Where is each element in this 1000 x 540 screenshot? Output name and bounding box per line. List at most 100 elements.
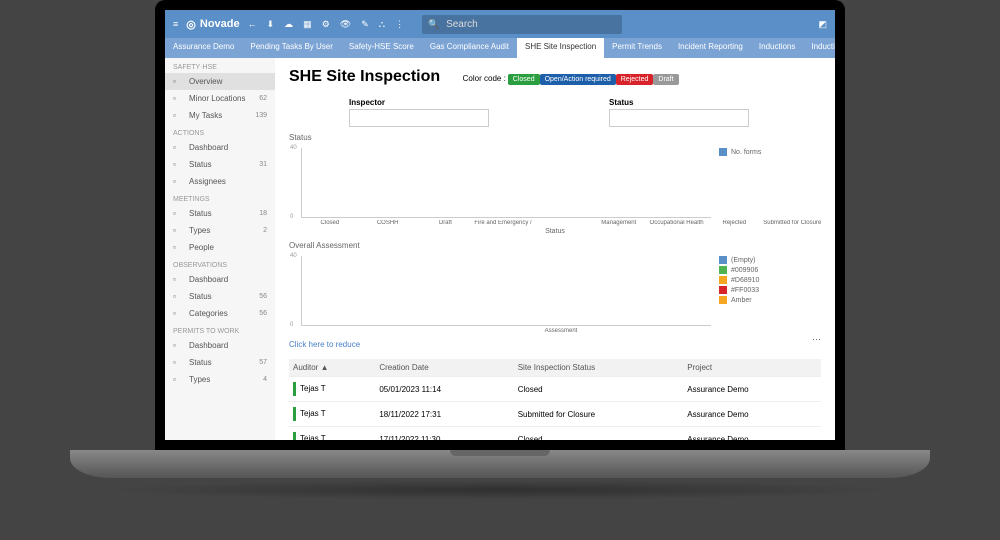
sidebar-badge: 62	[259, 95, 267, 102]
table-header[interactable]: Auditor ▲	[289, 359, 375, 377]
sidebar-item-icon: ▫	[173, 375, 183, 384]
sidebar-item-status[interactable]: ▫Status57	[165, 354, 275, 371]
users-icon[interactable]: ⛬	[379, 19, 385, 30]
table-row[interactable]: Tejas T05/01/2023 11:14ClosedAssurance D…	[289, 377, 821, 402]
tab-incident-reporting[interactable]: Incident Reporting	[670, 38, 751, 58]
sidebar-item-my-tasks[interactable]: ▫My Tasks139	[165, 107, 275, 124]
legend-swatch	[719, 148, 727, 156]
sidebar-badge: 4	[263, 376, 267, 383]
logo-icon: ◎	[186, 18, 196, 31]
sidebar-item-icon: ▫	[173, 209, 183, 218]
sidebar-item-status[interactable]: ▫Status18	[165, 205, 275, 222]
download-icon[interactable]: ⬇	[267, 19, 275, 30]
sidebar-section: OBSERVATIONS	[165, 256, 275, 271]
sidebar-item-icon: ▫	[173, 160, 183, 169]
sidebar-item-icon: ▫	[173, 341, 183, 350]
table-cell: Tejas T	[289, 377, 375, 402]
sidebar-item-label: Categories	[189, 309, 228, 318]
table-header[interactable]: Creation Date	[375, 359, 513, 377]
row-status-bar	[293, 432, 296, 440]
x-tick-label: Assessment	[532, 328, 590, 334]
top-bar: ≡ ◎ Novade ← ⬇ ☁ ▦ ⚙ 👁 ✎ ⛬ ⋮ 🔍 ◩	[165, 10, 835, 38]
sidebar-item-label: Dashboard	[189, 275, 228, 284]
sidebar-item-icon: ▫	[173, 358, 183, 367]
sidebar-item-dashboard[interactable]: ▫Dashboard	[165, 271, 275, 288]
row-status-bar	[293, 407, 296, 421]
brand-logo[interactable]: ◎ Novade	[186, 18, 239, 31]
sidebar-item-label: Dashboard	[189, 341, 228, 350]
legend-label: #FF0033	[731, 287, 759, 294]
inspection-table: Auditor ▲Creation DateSite Inspection St…	[289, 359, 821, 440]
sidebar-badge: 31	[259, 161, 267, 168]
sidebar-item-label: Status	[189, 160, 212, 169]
sidebar-item-assignees[interactable]: ▫Assignees	[165, 173, 275, 190]
sidebar-item-label: People	[189, 243, 214, 252]
edit-icon[interactable]: ✎	[361, 19, 369, 30]
table-cell: Assurance Demo	[683, 377, 821, 402]
reduce-link[interactable]: Click here to reduce	[289, 340, 360, 349]
x-tick-label	[474, 328, 532, 334]
gear-icon[interactable]: ⚙	[322, 19, 330, 30]
tab-inductions[interactable]: Inductions	[751, 38, 803, 58]
sidebar-item-categories[interactable]: ▫Categories56	[165, 305, 275, 322]
main-content: SHE Site Inspection Color code : ClosedO…	[275, 58, 835, 440]
chart-legend: No. forms	[711, 144, 821, 220]
sidebar-item-icon: ▫	[173, 111, 183, 120]
legend-swatch	[719, 296, 727, 304]
tab-safety-hse-score[interactable]: Safety-HSE Score	[341, 38, 422, 58]
table-more-icon[interactable]: ⋯	[812, 334, 821, 345]
tab-permit-trends[interactable]: Permit Trends	[604, 38, 670, 58]
sidebar-item-types[interactable]: ▫ Types 2	[165, 222, 275, 239]
calendar-icon[interactable]: ▦	[303, 19, 312, 30]
search-input[interactable]	[422, 15, 622, 34]
sidebar-item-people[interactable]: ▫People	[165, 239, 275, 256]
table-row[interactable]: Tejas T17/11/2022 11:30ClosedAssurance D…	[289, 427, 821, 441]
sidebar-item-types[interactable]: ▫Types4	[165, 371, 275, 388]
tab-pending-tasks-by-user[interactable]: Pending Tasks By User	[242, 38, 341, 58]
x-tick-label	[763, 328, 821, 334]
table-cell: Closed	[514, 377, 684, 402]
legend-swatch	[719, 256, 727, 264]
table-row[interactable]: Tejas T18/11/2022 17:31Submitted for Clo…	[289, 402, 821, 427]
tab-she-site-inspection[interactable]: SHE Site Inspection	[517, 38, 604, 58]
status-label: Status	[609, 98, 749, 107]
menu-icon[interactable]: ≡	[173, 19, 178, 29]
table-header[interactable]: Site Inspection Status	[514, 359, 684, 377]
x-tick-label: Submitted for Closure	[763, 220, 821, 226]
sidebar-item-dashboard[interactable]: ▫Dashboard	[165, 139, 275, 156]
x-tick-label	[532, 220, 590, 226]
sidebar-badge: 2	[263, 227, 267, 234]
sidebar-badge: 56	[259, 293, 267, 300]
x-tick-label	[648, 328, 706, 334]
account-icon[interactable]: ◩	[818, 19, 827, 30]
page-title: SHE Site Inspection	[289, 68, 440, 86]
sidebar-item-icon: ▫	[173, 309, 183, 318]
back-icon[interactable]: ←	[248, 19, 257, 29]
color-code-label: Color code :	[463, 74, 506, 83]
sidebar-item-status[interactable]: ▫ Status 31	[165, 156, 275, 173]
x-tick-label	[590, 328, 648, 334]
table-header[interactable]: Project	[683, 359, 821, 377]
legend-swatch	[719, 276, 727, 284]
chart-title: Overall Assessment	[289, 241, 821, 250]
cloud-icon[interactable]: ☁	[284, 19, 293, 30]
tab-induction-qr-code[interactable]: Induction QR Code	[803, 38, 835, 58]
eye-icon[interactable]: 👁	[340, 19, 351, 30]
color-code-legend: Color code : ClosedOpen/Action requiredR…	[463, 74, 679, 83]
tab-gas-compliance-audit[interactable]: Gas Compliance Audit	[422, 38, 517, 58]
sidebar-item-icon: ▫	[173, 226, 183, 235]
sidebar-section: PERMITS TO WORK	[165, 322, 275, 337]
sidebar-item-status[interactable]: ▫Status56	[165, 288, 275, 305]
tab-assurance-demo[interactable]: Assurance Demo	[165, 38, 242, 58]
table-cell: Submitted for Closure	[514, 402, 684, 427]
more-icon[interactable]: ⋮	[395, 19, 404, 30]
sidebar-badge: 18	[259, 210, 267, 217]
sidebar-item-icon: ▫	[173, 94, 183, 103]
sidebar-item-minor-locations[interactable]: ▫Minor Locations62	[165, 90, 275, 107]
sidebar-item-dashboard[interactable]: ▫ Dashboard	[165, 337, 275, 354]
inspector-input[interactable]	[349, 109, 489, 127]
status-input[interactable]	[609, 109, 749, 127]
sidebar-item-label: Types	[189, 226, 210, 235]
sidebar-item-overview[interactable]: ▫Overview	[165, 73, 275, 90]
table-cell: Tejas T	[289, 402, 375, 427]
